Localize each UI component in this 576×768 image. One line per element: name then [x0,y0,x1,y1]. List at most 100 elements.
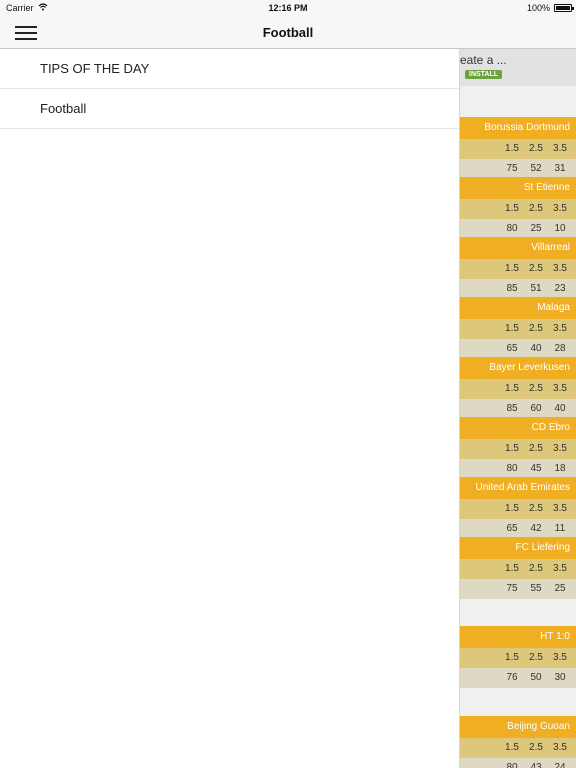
goal-line-value: 1.5 [505,143,519,154]
team-block[interactable]: United Arab Emirates 1.5 2.5 3.5 65 42 11 [460,477,576,539]
percent-value: 43 [530,762,542,768]
percent-row: 85 60 40 [460,399,576,419]
goal-line-value: 2.5 [529,742,543,753]
team-block[interactable]: Bayer Leverkusen 1.5 2.5 3.5 85 60 40 [460,357,576,419]
goal-lines-row: 1.5 2.5 3.5 [460,738,576,758]
percent-row: 80 25 10 [460,219,576,239]
team-block[interactable]: Borussia Dortmund 1.5 2.5 3.5 75 52 31 [460,117,576,179]
team-name: Malaga [460,297,576,319]
hamburger-menu-icon[interactable] [15,25,39,41]
percent-value: 18 [554,463,566,474]
tips-content: eate a ... INSTALL Borussia Dortmund 1.5 2… [460,49,576,768]
percent-value: 50 [530,672,542,683]
goal-line-value: 2.5 [529,383,543,394]
ad-banner[interactable]: eate a ... INSTALL [460,49,576,86]
goal-line-value: 2.5 [529,323,543,334]
team-block[interactable]: FC Liefering 1.5 2.5 3.5 75 55 25 [460,537,576,599]
goal-line-value: 3.5 [553,323,567,334]
goal-line-value: 1.5 [505,742,519,753]
battery-percent: 100% [526,3,550,13]
team-name: FC Liefering [460,537,576,559]
percent-value: 40 [554,403,566,414]
goal-line-value: 2.5 [529,443,543,454]
goal-line-value: 1.5 [505,652,519,663]
ad-title: eate a ... [460,53,507,67]
percent-row: 75 52 31 [460,159,576,179]
team-name: Borussia Dortmund [460,117,576,139]
team-block[interactable]: Beijing Guoan 1.5 2.5 3.5 80 43 24 [460,716,576,768]
goal-line-value: 3.5 [553,263,567,274]
percent-value: 52 [530,163,542,174]
goal-line-value: 2.5 [529,503,543,514]
page-title: Football [262,25,314,40]
team-block[interactable]: CD Ebro 1.5 2.5 3.5 80 45 18 [460,417,576,479]
percent-value: 40 [530,343,542,354]
goal-lines-row: 1.5 2.5 3.5 [460,139,576,159]
goal-lines-row: 1.5 2.5 3.5 [460,439,576,459]
goal-line-value: 3.5 [553,383,567,394]
team-name: HT 1:0 [460,626,576,648]
goal-line-value: 2.5 [529,563,543,574]
percent-value: 65 [506,343,518,354]
percent-value: 42 [530,523,542,534]
goal-line-value: 2.5 [529,652,543,663]
team-name: Villarreal [460,237,576,259]
percent-value: 11 [554,523,566,534]
goal-lines-row: 1.5 2.5 3.5 [460,559,576,579]
percent-value: 25 [554,583,566,594]
goal-line-value: 3.5 [553,203,567,214]
percent-value: 75 [506,163,518,174]
drawer-item-tips-of-the-day[interactable]: TIPS OF THE DAY [0,49,459,89]
percent-value: 76 [506,672,518,683]
team-name: Bayer Leverkusen [460,357,576,379]
goal-line-value: 2.5 [529,143,543,154]
percent-value: 31 [554,163,566,174]
percent-value: 23 [554,283,566,294]
team-block[interactable]: St Etienne 1.5 2.5 3.5 80 25 10 [460,177,576,239]
percent-value: 45 [530,463,542,474]
percent-value: 55 [530,583,542,594]
goal-line-value: 3.5 [553,652,567,663]
goal-line-value: 1.5 [505,323,519,334]
goal-line-value: 1.5 [505,563,519,574]
percent-row: 75 55 25 [460,579,576,599]
goal-line-value: 3.5 [553,503,567,514]
percent-row: 80 45 18 [460,459,576,479]
goal-line-value: 2.5 [529,263,543,274]
team-name: United Arab Emirates [460,477,576,499]
goal-lines-row: 1.5 2.5 3.5 [460,499,576,519]
goal-line-value: 3.5 [553,742,567,753]
status-time: 12:16 PM [268,3,308,13]
goal-lines-row: 1.5 2.5 3.5 [460,379,576,399]
goal-line-value: 3.5 [553,143,567,154]
percent-row: 65 42 11 [460,519,576,539]
nav-bar: Football [0,16,576,49]
side-drawer: TIPS OF THE DAY Football [0,49,460,768]
goal-line-value: 1.5 [505,383,519,394]
goal-lines-row: 1.5 2.5 3.5 [460,319,576,339]
percent-row: 65 40 28 [460,339,576,359]
goal-line-value: 1.5 [505,203,519,214]
percent-value: 80 [506,762,518,768]
goal-lines-row: 1.5 2.5 3.5 [460,259,576,279]
percent-value: 28 [554,343,566,354]
status-bar: Carrier 12:16 PM 100% [0,0,576,16]
drawer-item-football[interactable]: Football [0,89,459,129]
percent-value: 30 [554,672,566,683]
goal-line-value: 3.5 [553,563,567,574]
percent-value: 24 [554,762,566,768]
install-button[interactable]: INSTALL [465,70,503,79]
team-block[interactable]: Malaga 1.5 2.5 3.5 65 40 28 [460,297,576,359]
percent-value: 80 [506,463,518,474]
goal-line-value: 1.5 [505,503,519,514]
goal-line-value: 1.5 [505,263,519,274]
team-name: Beijing Guoan [460,716,576,738]
team-block[interactable]: Villarreal 1.5 2.5 3.5 85 51 23 [460,237,576,299]
team-block[interactable]: HT 1:0 1.5 2.5 3.5 76 50 30 [460,626,576,688]
percent-row: 80 43 24 [460,758,576,768]
goal-line-value: 1.5 [505,443,519,454]
percent-value: 10 [554,223,566,234]
goal-line-value: 3.5 [553,443,567,454]
team-name: St Etienne [460,177,576,199]
percent-value: 80 [506,223,518,234]
